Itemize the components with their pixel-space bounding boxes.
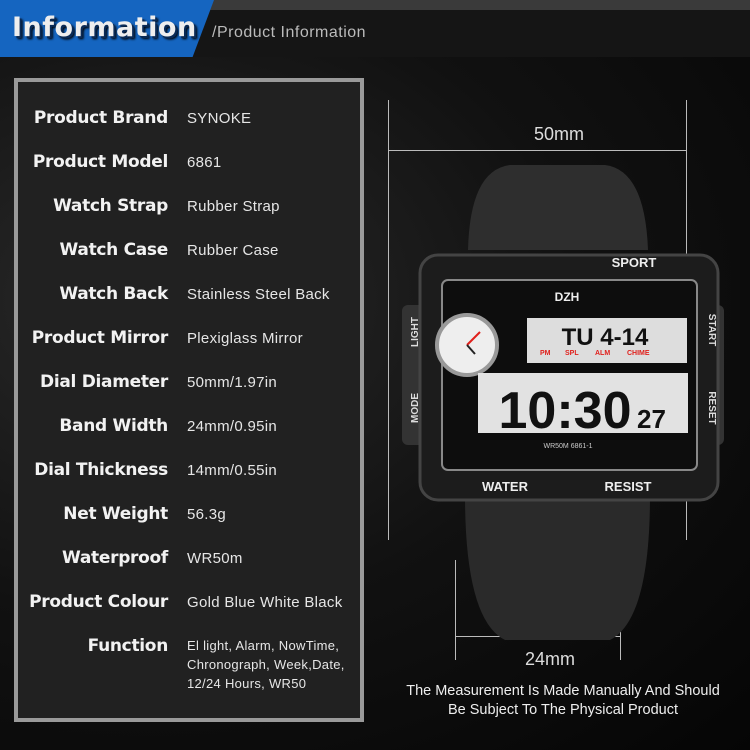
- svg-text:MODE: MODE: [410, 393, 421, 423]
- svg-text:SPL: SPL: [565, 350, 579, 357]
- svg-text:START: START: [706, 314, 717, 347]
- note-line: The Measurement Is Made Manually And Sho…: [406, 683, 720, 699]
- svg-text:CHIME: CHIME: [627, 350, 650, 357]
- svg-text:TU 4-14: TU 4-14: [562, 324, 649, 351]
- watch-strap-top: [468, 165, 648, 250]
- svg-text:27: 27: [637, 404, 666, 434]
- svg-text:10:30: 10:30: [499, 382, 632, 440]
- watch-strap-bottom: [465, 495, 650, 640]
- watch-image: SPORT DZH TU 4-14 PM SPL ALM CHIME 10:30…: [402, 165, 724, 640]
- svg-text:DZH: DZH: [555, 290, 580, 304]
- svg-text:WATER: WATER: [482, 479, 529, 494]
- svg-text:ALM: ALM: [595, 350, 610, 357]
- svg-text:RESET: RESET: [706, 391, 717, 424]
- note-line: Be Subject To The Physical Product: [448, 702, 678, 718]
- svg-text:WR50M 6861-1: WR50M 6861-1: [543, 443, 592, 450]
- svg-text:SPORT: SPORT: [612, 255, 657, 270]
- measurement-note: The Measurement Is Made Manually And Sho…: [378, 682, 748, 720]
- svg-text:RESIST: RESIST: [605, 479, 652, 494]
- svg-text:LIGHT: LIGHT: [410, 317, 421, 347]
- svg-text:PM: PM: [540, 350, 551, 357]
